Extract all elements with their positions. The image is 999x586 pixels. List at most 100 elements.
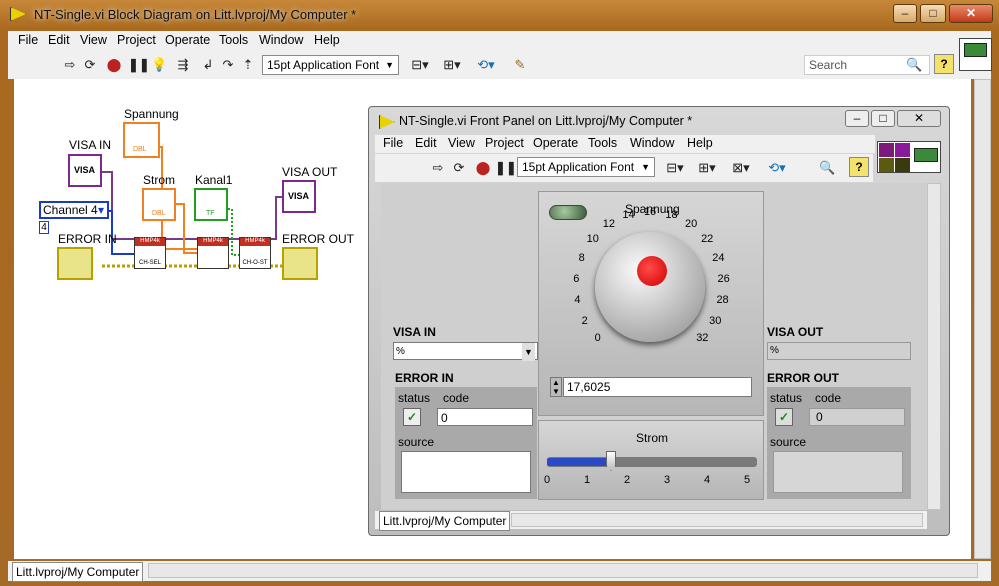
pause-icon[interactable]: ❚❚ bbox=[128, 56, 150, 74]
channel-constant[interactable]: 4 bbox=[39, 221, 49, 234]
fp-canvas[interactable]: VISA IN % ▼ ERROR IN status code ✓ 0 sou… bbox=[381, 183, 927, 510]
context-help-button[interactable]: ? bbox=[934, 54, 954, 74]
fp-menu-tools[interactable]: Tools bbox=[588, 136, 617, 150]
clean-up-diagram-icon[interactable]: ✎ bbox=[508, 56, 532, 74]
spannung-knob[interactable] bbox=[595, 232, 705, 342]
minimize-button[interactable]: – bbox=[893, 4, 917, 23]
error-in-cluster: status code ✓ 0 source bbox=[395, 387, 537, 499]
source-label: source bbox=[398, 435, 435, 449]
fp-maximize-button[interactable]: □ bbox=[871, 110, 895, 127]
knob-tick-label: 26 bbox=[717, 272, 730, 285]
menu-bar: File Edit View Project Operate Tools Win… bbox=[8, 31, 991, 51]
main-window: NT-Single.vi Block Diagram on Litt.lvpro… bbox=[0, 0, 999, 586]
status-checkbox[interactable]: ✓ bbox=[403, 408, 421, 426]
menu-edit[interactable]: Edit bbox=[48, 33, 70, 47]
knob-tick-label: 32 bbox=[696, 332, 709, 345]
fp-menu-window[interactable]: Window bbox=[630, 136, 674, 150]
menu-window[interactable]: Window bbox=[259, 33, 303, 47]
fp-menu-operate[interactable]: Operate bbox=[533, 136, 578, 150]
status-label: status bbox=[398, 391, 431, 405]
menu-view[interactable]: View bbox=[80, 33, 107, 47]
run-arrow-icon[interactable]: ⇨ bbox=[431, 159, 445, 177]
run-continuously-icon[interactable]: ⟳ bbox=[82, 56, 98, 74]
visa-in-terminal-label: VISA IN bbox=[69, 138, 112, 152]
fp-font-selector[interactable]: 15pt Application Font bbox=[517, 157, 655, 177]
abort-icon[interactable]: ⬤ bbox=[106, 56, 122, 74]
reorder-icon[interactable]: ⟲▾ bbox=[765, 159, 789, 177]
error-in-terminal[interactable] bbox=[57, 247, 93, 280]
menu-tools[interactable]: Tools bbox=[219, 33, 248, 47]
step-out-icon[interactable]: ⇡ bbox=[240, 56, 256, 74]
retain-wire-values-icon[interactable]: ⇶ bbox=[175, 56, 191, 74]
spannung-digital-display[interactable]: 17,6025 bbox=[563, 377, 752, 397]
visa-out-indicator: % bbox=[767, 342, 911, 360]
visa-in-terminal[interactable]: VISA bbox=[68, 154, 102, 187]
highlight-execution-icon[interactable]: 💡 bbox=[151, 56, 167, 74]
error-out-source-field bbox=[773, 451, 903, 493]
align-objects-icon[interactable]: ⊟▾ bbox=[663, 159, 687, 177]
slider-tick-label: 3 bbox=[663, 474, 671, 486]
fp-menu-view[interactable]: View bbox=[448, 136, 475, 150]
error-out-terminal[interactable] bbox=[282, 247, 318, 280]
menu-file[interactable]: File bbox=[18, 33, 38, 47]
kanal1-led-terminal[interactable]: TF bbox=[194, 188, 228, 221]
strom-slider-label: Strom bbox=[636, 431, 669, 445]
knob-increment-arrows[interactable]: ▲ ▼ bbox=[550, 377, 562, 397]
set-output-subvi[interactable]: HMP4k bbox=[197, 237, 229, 269]
source-label: source bbox=[770, 435, 807, 449]
fp-horizontal-scrollbar[interactable] bbox=[511, 513, 923, 527]
fp-close-button[interactable]: ✕ bbox=[897, 110, 941, 127]
close-button[interactable]: ✕ bbox=[949, 4, 993, 23]
menu-help[interactable]: Help bbox=[314, 33, 340, 47]
run-arrow-icon[interactable]: ⇨ bbox=[63, 56, 77, 74]
error-in-source-field[interactable] bbox=[401, 451, 531, 493]
channel-output-state-subvi[interactable]: HMP4k CH-O-ST bbox=[239, 237, 271, 269]
run-continuously-icon[interactable]: ⟳ bbox=[451, 159, 467, 177]
error-in-code-field[interactable]: 0 bbox=[437, 408, 533, 426]
search-icon[interactable]: 🔍 bbox=[819, 159, 835, 177]
knob-tick-label: 28 bbox=[716, 294, 729, 307]
channel-select-subvi[interactable]: HMP4k CH-SEL bbox=[134, 237, 166, 269]
fp-menu-file[interactable]: File bbox=[383, 136, 403, 150]
step-into-icon[interactable]: ↲ bbox=[200, 56, 216, 74]
resize-objects-icon[interactable]: ⊠▾ bbox=[729, 159, 753, 177]
visa-out-terminal[interactable]: VISA bbox=[282, 180, 316, 213]
kanal1-led[interactable] bbox=[549, 205, 587, 220]
visa-in-control[interactable]: % ▼ bbox=[393, 342, 538, 361]
strom-slider-thumb[interactable] bbox=[606, 451, 616, 471]
error-in-terminal-label: ERROR IN bbox=[58, 232, 117, 246]
font-selector[interactable]: 15pt Application Font bbox=[262, 55, 399, 75]
fp-vertical-scrollbar[interactable] bbox=[927, 183, 941, 510]
pause-icon[interactable]: ❚❚ bbox=[495, 159, 517, 177]
spannung-knob-terminal[interactable]: DBL bbox=[123, 122, 160, 158]
fp-menu-project[interactable]: Project bbox=[485, 136, 524, 150]
error-out-label: ERROR OUT bbox=[767, 371, 839, 385]
context-help-button[interactable]: ? bbox=[849, 157, 869, 177]
vertical-scrollbar[interactable] bbox=[974, 79, 991, 559]
fp-menu-bar: File Edit View Project Operate Tools Win… bbox=[375, 135, 875, 153]
fp-minimize-button[interactable]: – bbox=[845, 110, 869, 127]
align-objects-icon[interactable]: ⊟▾ bbox=[408, 56, 432, 74]
knob-tick-label: 10 bbox=[586, 233, 599, 246]
channel-ring-control[interactable]: Channel 4 ▾ bbox=[39, 201, 109, 219]
slider-tick-label: 1 bbox=[583, 474, 591, 486]
abort-icon[interactable]: ⬤ bbox=[475, 159, 491, 177]
strom-slider-track[interactable] bbox=[547, 457, 757, 467]
toolbar: ⇨ ⟳ ⬤ ❚❚ 💡 ⇶ ↲ ↷ ⇡ 15pt Application Font… bbox=[8, 51, 991, 79]
slider-tick-label: 4 bbox=[703, 474, 711, 486]
strom-slider-terminal[interactable]: DBL bbox=[142, 188, 176, 221]
distribute-objects-icon[interactable]: ⊞▾ bbox=[695, 159, 719, 177]
maximize-button[interactable]: □ bbox=[920, 4, 946, 23]
fp-menu-help[interactable]: Help bbox=[687, 136, 713, 150]
menu-project[interactable]: Project bbox=[117, 33, 156, 47]
horizontal-scrollbar[interactable] bbox=[148, 563, 978, 578]
menu-operate[interactable]: Operate bbox=[165, 33, 210, 47]
visa-in-label: VISA IN bbox=[393, 325, 436, 339]
distribute-objects-icon[interactable]: ⊞▾ bbox=[440, 56, 464, 74]
slider-tick-label: 0 bbox=[543, 474, 551, 486]
search-icon[interactable]: 🔍 bbox=[906, 56, 922, 74]
fp-menu-edit[interactable]: Edit bbox=[415, 136, 437, 150]
step-over-icon[interactable]: ↷ bbox=[220, 56, 236, 74]
reorder-icon[interactable]: ⟲▾ bbox=[474, 56, 498, 74]
fp-toolbar: ⇨ ⟳ ⬤ ❚❚ 15pt Application Font ⊟▾ ⊞▾ ⊠▾ … bbox=[375, 154, 873, 182]
